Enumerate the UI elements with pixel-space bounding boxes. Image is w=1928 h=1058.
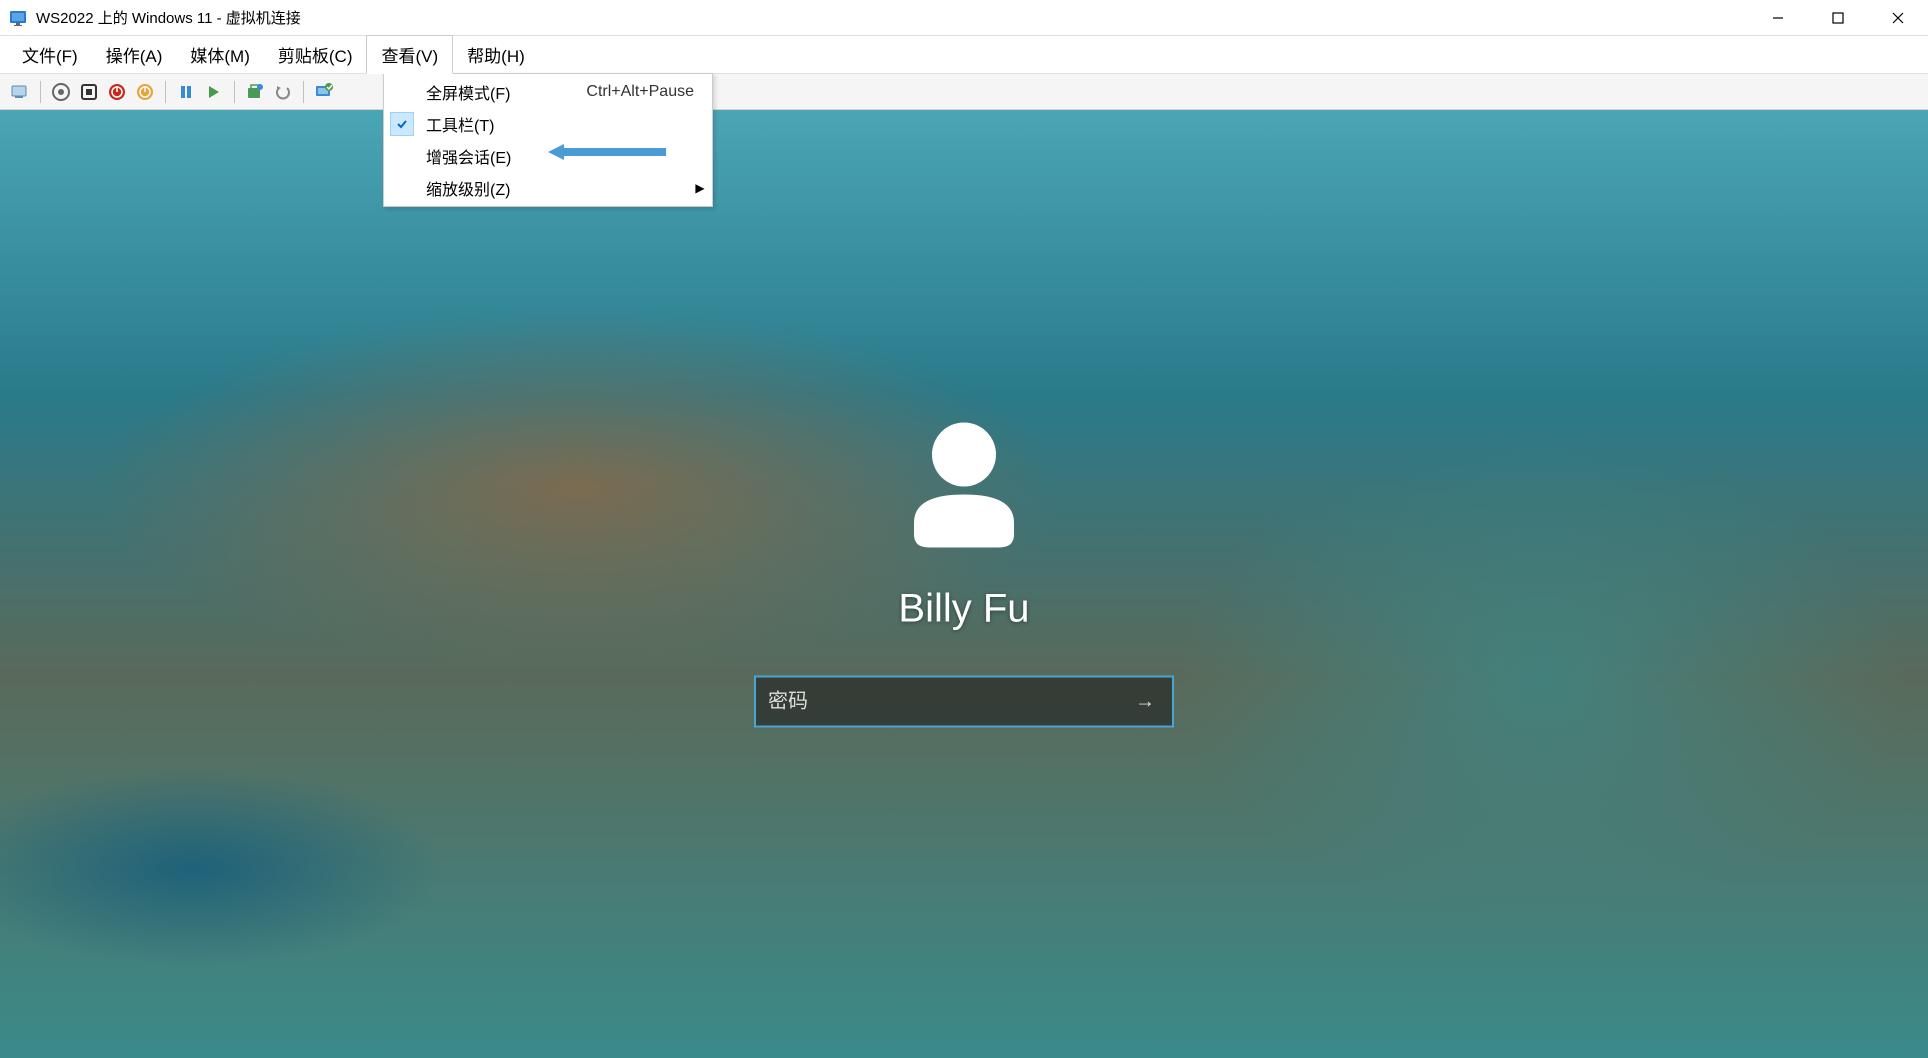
password-input[interactable] xyxy=(768,690,1130,713)
revert-button[interactable] xyxy=(271,80,295,104)
toolbar xyxy=(0,74,1928,110)
menu-action[interactable]: 操作(A) xyxy=(92,36,177,73)
menu-item-toolbar[interactable]: 工具栏(T) xyxy=(386,108,710,140)
maximize-button[interactable] xyxy=(1808,0,1868,36)
menu-item-label: 缩放级别(Z) xyxy=(418,176,690,200)
close-button[interactable] xyxy=(1868,0,1928,36)
user-avatar-icon xyxy=(884,403,1044,563)
menu-item-accelerator: Ctrl+Alt+Pause xyxy=(586,83,710,101)
menu-item-fullscreen[interactable]: 全屏模式(F) Ctrl+Alt+Pause xyxy=(386,76,710,108)
toolbar-separator xyxy=(234,81,235,103)
checkpoint-button[interactable] xyxy=(243,80,267,104)
username-label: Billy Fu xyxy=(898,587,1029,632)
enhanced-session-button[interactable] xyxy=(312,80,336,104)
annotation-arrow xyxy=(548,142,668,167)
shutdown-button[interactable] xyxy=(105,80,129,104)
checkmark-icon xyxy=(390,112,414,136)
pause-button[interactable] xyxy=(174,80,198,104)
menu-help[interactable]: 帮助(H) xyxy=(453,36,539,73)
start-button[interactable] xyxy=(49,80,73,104)
save-button[interactable] xyxy=(133,80,157,104)
minimize-button[interactable] xyxy=(1748,0,1808,36)
view-dropdown: 全屏模式(F) Ctrl+Alt+Pause 工具栏(T) 增强会话(E) 缩放… xyxy=(383,73,713,207)
window-controls xyxy=(1748,0,1928,36)
submit-button[interactable]: → xyxy=(1130,687,1160,717)
menu-file[interactable]: 文件(F) xyxy=(8,36,92,73)
submenu-arrow-icon: ▶ xyxy=(690,181,710,195)
app-icon xyxy=(8,8,28,28)
menu-view[interactable]: 查看(V) xyxy=(366,35,453,74)
menu-item-label: 工具栏(T) xyxy=(418,112,710,136)
lockscreen: Billy Fu → xyxy=(754,403,1174,728)
menu-item-label: 全屏模式(F) xyxy=(418,80,586,104)
password-field-container: → xyxy=(754,676,1174,728)
menu-item-zoom[interactable]: 缩放级别(Z) ▶ xyxy=(386,172,710,204)
menubar: 文件(F) 操作(A) 媒体(M) 剪贴板(C) 查看(V) 帮助(H) xyxy=(0,36,1928,74)
titlebar: WS2022 上的 Windows 11 - 虚拟机连接 xyxy=(0,0,1928,36)
vm-display[interactable]: Billy Fu → xyxy=(0,110,1928,1058)
window-title: WS2022 上的 Windows 11 - 虚拟机连接 xyxy=(36,7,1748,28)
reset-button[interactable] xyxy=(202,80,226,104)
turnoff-button[interactable] xyxy=(77,80,101,104)
toolbar-separator xyxy=(40,81,41,103)
toolbar-separator xyxy=(303,81,304,103)
menu-clipboard[interactable]: 剪贴板(C) xyxy=(264,36,367,73)
menu-media[interactable]: 媒体(M) xyxy=(176,36,263,73)
ctrl-alt-del-button[interactable] xyxy=(8,80,32,104)
toolbar-separator xyxy=(165,81,166,103)
